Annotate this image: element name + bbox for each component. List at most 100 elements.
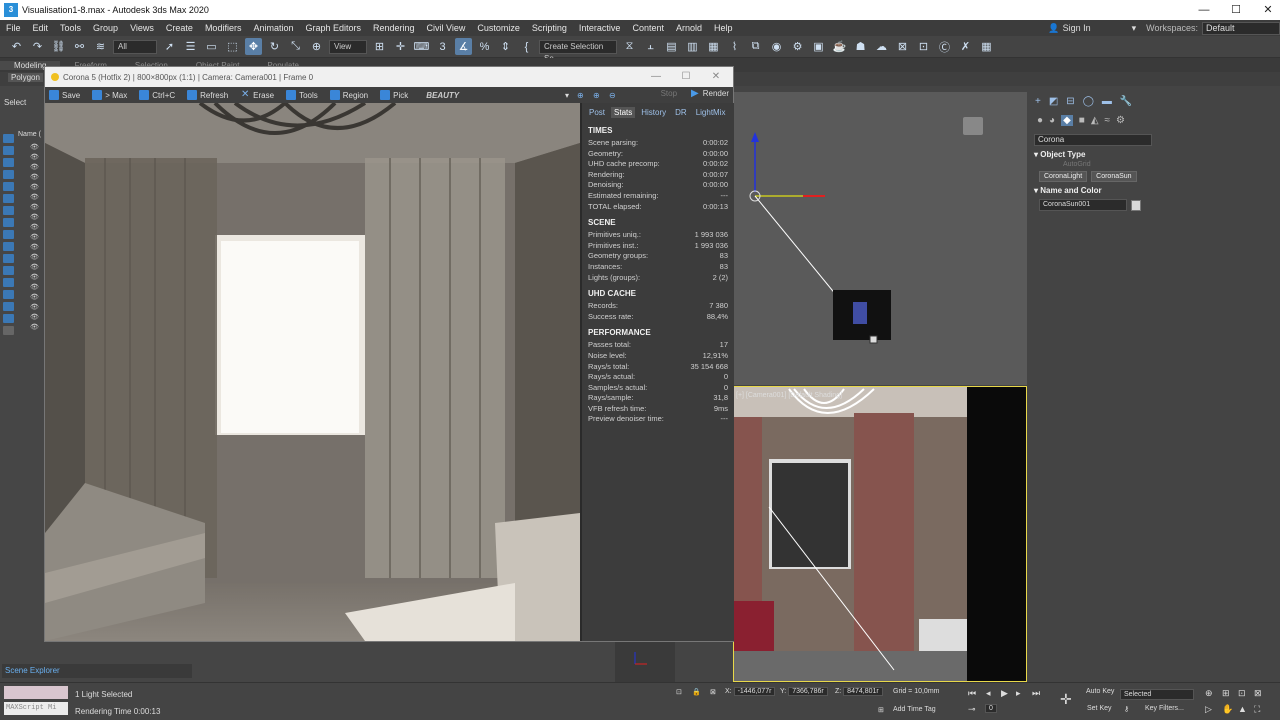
visibility-eye-icon[interactable]: 👁 (30, 143, 39, 151)
play-icon[interactable]: ▶ (1001, 688, 1008, 699)
zoom-all-icon[interactable]: ⊞ (1222, 688, 1230, 699)
corona-light-button[interactable]: CoronaLight (1039, 171, 1088, 182)
object-color-swatch[interactable] (1131, 199, 1141, 211)
display-influences-icon[interactable] (3, 314, 14, 323)
select-menu[interactable]: Select (4, 98, 26, 107)
display-shapes-icon[interactable] (3, 170, 14, 179)
bind-space-warp-icon[interactable]: ≋ (92, 38, 109, 55)
x-coordinate[interactable]: X: -1446,077r (725, 687, 776, 696)
visibility-eye-icon[interactable]: 👁 (30, 193, 39, 201)
visibility-eye-icon[interactable]: 👁 (30, 273, 39, 281)
name-column-header[interactable]: Name ( (18, 131, 41, 138)
object-name-field[interactable]: CoronaSun001 (1039, 199, 1127, 211)
viewport-camera[interactable]: [+] [Camera001] [Default Shading] (733, 386, 1027, 682)
display-containers-icon[interactable] (3, 266, 14, 275)
vfb-refresh-button[interactable]: Refresh (187, 90, 236, 100)
menu-views[interactable]: Views (124, 23, 160, 33)
display-groups-icon[interactable] (3, 230, 14, 239)
display-all-icon[interactable] (3, 146, 14, 155)
display-tab-icon[interactable]: ▬ (1102, 96, 1112, 107)
visibility-eye-icon[interactable]: 👁 (30, 293, 39, 301)
corona-vfb-icon[interactable]: Ⓒ (936, 38, 953, 55)
zoom-out-icon[interactable]: ⊖ (609, 91, 616, 100)
link-icon[interactable]: ⛓ (50, 38, 67, 55)
keyboard-shortcut-icon[interactable]: ⌨ (413, 38, 430, 55)
select-object-icon[interactable]: ➚ (161, 38, 178, 55)
visibility-eye-icon[interactable]: 👁 (30, 173, 39, 181)
maxscript-mini-listener[interactable]: MAXScript Mi (4, 702, 68, 715)
visibility-eye-icon[interactable]: 👁 (30, 153, 39, 161)
visibility-eye-icon[interactable]: 👁 (30, 223, 39, 231)
x-value[interactable]: -1446,077r (733, 687, 776, 696)
display-children-icon[interactable] (3, 302, 14, 311)
motion-tab-icon[interactable]: ◯ (1083, 96, 1094, 107)
select-scale-icon[interactable]: ⤡ (287, 38, 304, 55)
zoom-extents-icon[interactable]: ⊡ (1238, 688, 1246, 699)
visibility-eye-icon[interactable]: 👁 (30, 163, 39, 171)
current-frame-field[interactable]: 0 (985, 704, 997, 713)
light-category-select[interactable]: Corona (1034, 134, 1152, 146)
window-crossing-icon[interactable]: ⬚ (224, 38, 241, 55)
tab-stats[interactable]: Stats (611, 107, 636, 118)
zoom-fit-icon[interactable]: ⊕ (577, 91, 584, 100)
vfb-save-button[interactable]: Save (49, 90, 88, 100)
tab-post[interactable]: Post (586, 107, 608, 118)
mirror-icon[interactable]: ⧖ (621, 38, 638, 55)
reference-coordinate-dropdown[interactable]: View (329, 39, 367, 54)
rendered-frame-window-icon[interactable]: ▣ (810, 38, 827, 55)
minimize-button[interactable]: — (1188, 0, 1220, 20)
undo-icon[interactable]: ↶ (8, 38, 25, 55)
visibility-eye-icon[interactable]: 👁 (30, 313, 39, 321)
add-time-tag[interactable]: Add Time Tag (893, 706, 936, 713)
maxscript-listener-input[interactable] (4, 686, 68, 699)
orbit-icon[interactable]: ▷ (1205, 704, 1212, 715)
create-tab-icon[interactable]: + (1035, 96, 1041, 107)
vfb-copy-button[interactable]: Ctrl+C (139, 90, 183, 100)
render-setup-icon[interactable]: ⚙ (789, 38, 806, 55)
corona-converter-icon[interactable]: ⊡ (915, 38, 932, 55)
display-none-icon[interactable] (3, 134, 14, 143)
display-helpers-icon[interactable] (3, 206, 14, 215)
select-by-name-icon[interactable]: ☰ (182, 38, 199, 55)
zoom-extents-all-icon[interactable]: ⊠ (1254, 688, 1262, 699)
vfb-to-max-button[interactable]: > Max (92, 90, 135, 100)
sign-in-button[interactable]: 👤 Sign In ▾ (1048, 23, 1136, 34)
key-filters-button[interactable]: Key Filters... (1145, 705, 1184, 712)
display-cameras-icon[interactable] (3, 194, 14, 203)
cameras-icon[interactable]: ■ (1079, 115, 1085, 126)
menu-graph-editors[interactable]: Graph Editors (299, 23, 367, 33)
material-editor-icon[interactable]: ◉ (768, 38, 785, 55)
shapes-icon[interactable]: ◕ (1049, 115, 1055, 126)
display-spacewarps-icon[interactable] (3, 218, 14, 227)
visibility-eye-icon[interactable]: 👁 (30, 323, 39, 331)
menu-rendering[interactable]: Rendering (367, 23, 421, 33)
maximize-viewport-icon[interactable]: ⛶ (1254, 704, 1260, 715)
corona-scene-icon[interactable]: ▦ (978, 38, 995, 55)
spacewarps-icon[interactable]: ≈ (1105, 115, 1111, 126)
pivot-center-icon[interactable]: ⊞ (371, 38, 388, 55)
menu-scripting[interactable]: Scripting (526, 23, 573, 33)
set-key-button[interactable]: Set Key (1087, 705, 1112, 712)
menu-civil-view[interactable]: Civil View (421, 23, 472, 33)
vfb-pick-button[interactable]: Pick (380, 90, 416, 100)
key-mode-icon[interactable]: ⊸ (968, 704, 976, 715)
menu-content[interactable]: Content (626, 23, 670, 33)
key-icon[interactable]: ⚷ (1124, 705, 1129, 713)
display-frozen-icon[interactable] (3, 278, 14, 287)
toggle-scene-explorer-icon[interactable]: ▤ (663, 38, 680, 55)
display-geometry-icon[interactable] (3, 158, 14, 167)
vfb-close-button[interactable]: ✕ (701, 67, 731, 87)
tab-lightmix[interactable]: LightMix (693, 107, 729, 118)
visibility-eye-icon[interactable]: 👁 (30, 203, 39, 211)
tab-dr[interactable]: DR (672, 107, 690, 118)
menu-help[interactable]: Help (708, 23, 739, 33)
viewport-top[interactable] (733, 92, 1027, 385)
visibility-eye-icon[interactable]: 👁 (30, 283, 39, 291)
set-key-icon[interactable]: ✛ (1060, 691, 1072, 708)
edit-named-selection-icon[interactable]: { (518, 38, 535, 55)
display-bones-icon[interactable] (3, 254, 14, 263)
unlink-icon[interactable]: ⚯ (71, 38, 88, 55)
render-production-icon[interactable]: ☕ (831, 38, 848, 55)
next-frame-icon[interactable]: ▸ (1016, 688, 1021, 699)
render-in-cloud-icon[interactable]: ☁ (873, 38, 890, 55)
